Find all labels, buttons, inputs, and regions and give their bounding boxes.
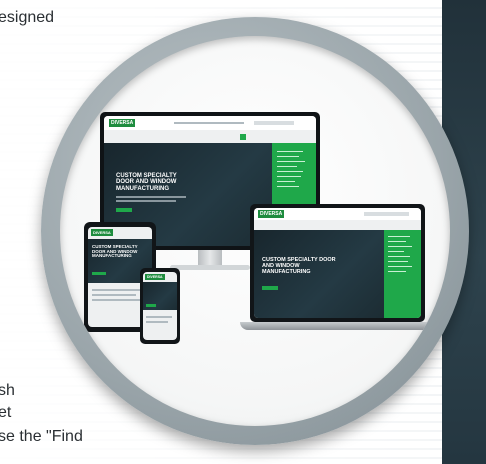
hero-heading: CUSTOM SPECIALTY DOOR AND WINDOW MANUFAC… <box>116 173 177 192</box>
device-mockup-image: DIVERSA CUSTOM SPECIALTY DOOR AND WINDOW… <box>60 36 450 426</box>
hero-heading: CUSTOM SPECIALTY DOOR AND WINDOW MANUFAC… <box>92 244 138 259</box>
hero-heading: CUSTOM SPECIALTY DOOR AND WINDOW MANUFAC… <box>262 257 336 275</box>
logo: DIVERSA <box>91 229 113 236</box>
laptop: DIVERSA CUSTOM SPECIALTY DOOR AND WINDOW… <box>240 204 435 336</box>
phone: DIVERSA <box>140 268 180 344</box>
body-text-line: se the "Find <box>0 428 83 445</box>
logo: DIVERSA <box>145 274 165 280</box>
logo: DIVERSA <box>109 119 136 127</box>
body-text-line: esigned <box>0 9 55 26</box>
body-text-line: et <box>0 404 12 421</box>
logo: DIVERSA <box>258 210 285 218</box>
body-text-line: sh <box>0 382 15 399</box>
